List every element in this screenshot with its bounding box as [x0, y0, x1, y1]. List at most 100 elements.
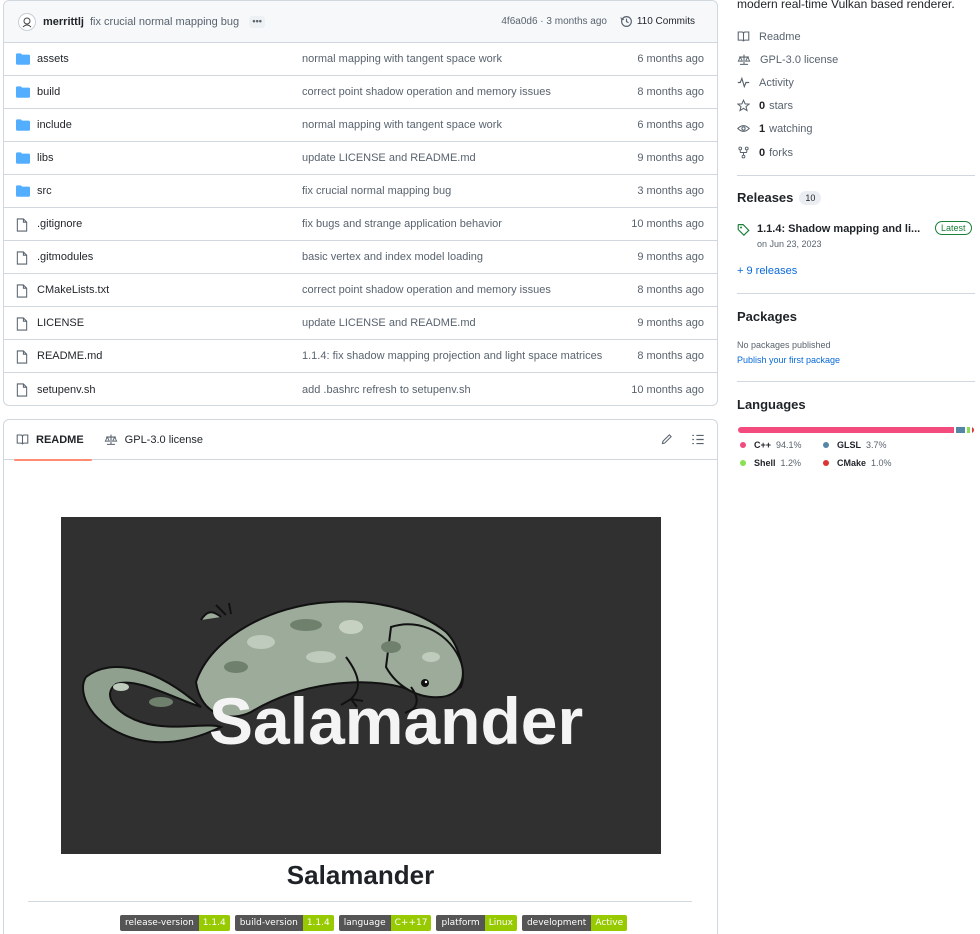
- file-date: 10 months ago: [631, 383, 704, 396]
- file-commit-message[interactable]: fix bugs and strange application behavio…: [302, 218, 502, 230]
- file-commit-message[interactable]: update LICENSE and README.md: [302, 317, 476, 329]
- outline-list-icon[interactable]: [691, 433, 705, 446]
- file-row[interactable]: include normal mapping with tangent space…: [4, 109, 717, 142]
- language-item[interactable]: CMake 1.0%: [823, 458, 892, 468]
- file-row[interactable]: setupenv.sh add .bashrc refresh to setupe…: [4, 373, 717, 405]
- status-badge[interactable]: release-version 1.1.4: [120, 915, 230, 931]
- watching-label: watching: [769, 122, 813, 135]
- readme-title: Salamander: [286, 860, 435, 890]
- file-date: 9 months ago: [637, 251, 704, 263]
- releases-heading[interactable]: Releases 10: [737, 190, 822, 205]
- commit-hash-time[interactable]: 4f6a0d6 · 3 months ago: [501, 16, 607, 27]
- file-row[interactable]: build correct point shadow operation and …: [4, 76, 717, 109]
- file-name[interactable]: CMakeLists.txt: [37, 284, 109, 296]
- file-date: 8 months ago: [637, 284, 704, 296]
- book-icon: [737, 31, 750, 42]
- file-date: 3 months ago: [637, 185, 704, 197]
- publish-package-link[interactable]: Publish your first package: [737, 355, 840, 365]
- forks-link[interactable]: 0 forks: [737, 146, 793, 159]
- language-item[interactable]: Shell 1.2%: [740, 458, 801, 468]
- file-row[interactable]: .gitmodules basic vertex and index model …: [4, 241, 717, 274]
- file-name[interactable]: src: [37, 185, 52, 197]
- file-name[interactable]: .gitignore: [37, 218, 82, 230]
- file-row[interactable]: LICENSE update LICENSE and README.md 9 mon…: [4, 307, 717, 340]
- readme-link[interactable]: Readme: [737, 30, 801, 43]
- file-date: 6 months ago: [637, 119, 704, 131]
- file-name[interactable]: build: [37, 86, 60, 98]
- file-icon: [16, 284, 28, 301]
- file-commit-message[interactable]: update LICENSE and README.md: [302, 152, 476, 164]
- divider: [737, 293, 975, 294]
- more-releases-link[interactable]: + 9 releases: [737, 265, 797, 277]
- avatar[interactable]: [18, 12, 36, 31]
- file-row[interactable]: src fix crucial normal mapping bug 3 month…: [4, 175, 717, 208]
- forks-count: 0: [759, 146, 766, 159]
- language-item[interactable]: C++ 94.1%: [740, 440, 802, 450]
- commit-details-button[interactable]: •••: [249, 15, 266, 28]
- file-commit-message[interactable]: normal mapping with tangent space work: [302, 119, 502, 131]
- language-bar-segment: [971, 427, 974, 433]
- commit-author[interactable]: merrittlj: [43, 16, 84, 28]
- tag-icon: [737, 224, 750, 236]
- releases-count: 10: [799, 190, 822, 205]
- badge-value: C++17: [390, 915, 432, 931]
- tab-readme[interactable]: README: [8, 420, 92, 461]
- file-commit-message[interactable]: correct point shadow operation and memor…: [302, 284, 551, 296]
- language-name: GLSL: [837, 440, 861, 450]
- file-name[interactable]: README.md: [37, 350, 102, 362]
- language-item[interactable]: GLSL 3.7%: [823, 440, 887, 450]
- file-name[interactable]: .gitmodules: [37, 251, 93, 263]
- file-commit-message[interactable]: add .bashrc refresh to setupenv.sh: [302, 384, 471, 396]
- file-commit-message[interactable]: correct point shadow operation and memor…: [302, 86, 551, 98]
- file-row[interactable]: assets normal mapping with tangent space …: [4, 43, 717, 76]
- language-dot: [740, 460, 746, 466]
- status-badge[interactable]: development Active: [521, 915, 628, 931]
- status-badge[interactable]: platform Linux: [436, 915, 517, 931]
- status-badge[interactable]: build-version 1.1.4: [234, 915, 334, 931]
- fork-icon: [738, 146, 749, 159]
- book-icon: [16, 434, 29, 445]
- commit-message[interactable]: fix crucial normal mapping bug: [90, 16, 239, 28]
- file-commit-message[interactable]: fix crucial normal mapping bug: [302, 185, 451, 197]
- readme-tabs: README GPL-3.0 license: [4, 420, 717, 461]
- scale-icon: [104, 434, 118, 445]
- readme-link-label: Readme: [759, 30, 801, 43]
- tab-license[interactable]: GPL-3.0 license: [96, 420, 211, 460]
- language-bar-segment: [956, 427, 965, 433]
- folder-icon: [16, 119, 30, 134]
- file-row[interactable]: CMakeLists.txt correct point shadow opera…: [4, 274, 717, 307]
- file-name[interactable]: include: [37, 119, 72, 131]
- file-name[interactable]: setupenv.sh: [37, 384, 96, 396]
- folder-icon: [16, 152, 30, 167]
- file-commit-message[interactable]: normal mapping with tangent space work: [302, 53, 502, 65]
- languages-bar: [738, 427, 974, 433]
- divider: [737, 175, 975, 176]
- stars-link[interactable]: 0 stars: [737, 99, 793, 112]
- language-percent: 1.0%: [871, 458, 892, 468]
- edit-pencil-icon[interactable]: [660, 433, 673, 446]
- file-list: assets normal mapping with tangent space …: [4, 43, 717, 405]
- language-percent: 3.7%: [866, 440, 887, 450]
- latest-commit-bar: merrittlj fix crucial normal mapping bug…: [4, 1, 717, 43]
- commits-count: 110 Commits: [636, 16, 695, 27]
- file-name[interactable]: LICENSE: [37, 317, 84, 329]
- file-name[interactable]: assets: [37, 53, 69, 65]
- file-row[interactable]: .gitignore fix bugs and strange applicati…: [4, 208, 717, 241]
- latest-badge: Latest: [935, 221, 972, 235]
- file-commit-message[interactable]: 1.1.4: fix shadow mapping projection and…: [302, 350, 602, 362]
- activity-link[interactable]: Activity: [737, 76, 794, 89]
- status-badge[interactable]: language C++17: [338, 915, 432, 931]
- eye-icon: [737, 125, 750, 132]
- packages-heading[interactable]: Packages: [737, 309, 797, 324]
- commits-history-link[interactable]: 110 Commits: [620, 15, 695, 28]
- folder-icon: [16, 185, 30, 200]
- file-row[interactable]: libs update LICENSE and README.md 9 months…: [4, 142, 717, 175]
- file-name[interactable]: libs: [37, 152, 54, 164]
- banner-text: Salamander: [209, 684, 584, 758]
- watchers-link[interactable]: 1 watching: [737, 122, 813, 135]
- license-link[interactable]: GPL-3.0 license: [737, 53, 838, 66]
- file-commit-message[interactable]: basic vertex and index model loading: [302, 251, 483, 263]
- badge-label: release-version: [120, 915, 199, 931]
- license-link-label: GPL-3.0 license: [760, 53, 839, 66]
- file-row[interactable]: README.md 1.1.4: fix shadow mapping proje…: [4, 340, 717, 373]
